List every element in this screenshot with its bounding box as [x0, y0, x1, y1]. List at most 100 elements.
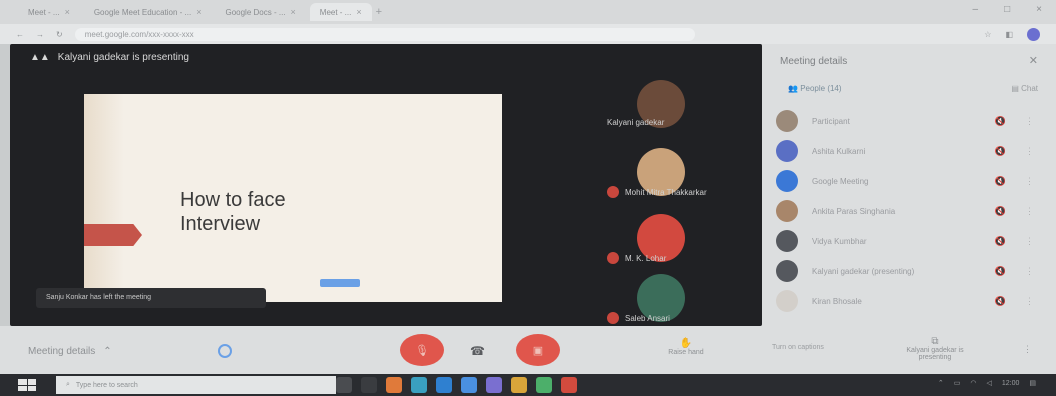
- presenting-banner: ▲▲ Kalyani gadekar is presenting: [30, 52, 189, 63]
- profile-avatar[interactable]: [1027, 27, 1040, 41]
- more-icon[interactable]: ⋮: [1025, 206, 1034, 217]
- raise-hand-label: Raise hand: [668, 349, 704, 356]
- close-icon[interactable]: ×: [196, 7, 201, 17]
- chevron-up-icon[interactable]: ⌃: [938, 379, 944, 387]
- app-icon[interactable]: [536, 377, 552, 393]
- captions-button[interactable]: Turn on captions: [772, 344, 824, 351]
- more-icon[interactable]: ⋮: [1025, 116, 1034, 127]
- browser-tab[interactable]: Google Docs - ... ×: [215, 3, 305, 21]
- list-item[interactable]: Google Meeting 🔇 ⋮: [776, 166, 1046, 196]
- address-bar: ← → ↻ meet.google.com/xxx-xxxx-xxx ☆ ◧: [0, 24, 1056, 44]
- wifi-icon[interactable]: ◠: [970, 379, 976, 387]
- mail-icon[interactable]: [436, 377, 452, 393]
- taskbar-search[interactable]: ⌕ Type here to search: [56, 376, 336, 394]
- explorer-icon[interactable]: [511, 377, 527, 393]
- participant-tile[interactable]: Mohit Mitra Thakkarkar: [575, 148, 755, 198]
- task-view-icon[interactable]: [336, 377, 352, 393]
- url-field[interactable]: meet.google.com/xxx-xxxx-xxx: [74, 27, 695, 41]
- activity-icon[interactable]: [218, 344, 232, 358]
- present-icon: ⧉: [931, 336, 939, 347]
- participant-name-row: Kalyani gadekar: [607, 118, 664, 127]
- browser-tab-active[interactable]: Meet - ... ×: [309, 3, 372, 21]
- close-icon[interactable]: ×: [65, 7, 70, 17]
- list-item[interactable]: Ashita Kulkarni 🔇 ⋮: [776, 136, 1046, 166]
- window-controls: – □ ×: [973, 4, 1042, 15]
- camera-button[interactable]: ▣: [516, 334, 560, 366]
- calendar-icon[interactable]: [486, 377, 502, 393]
- participant-name: Kalyani gadekar (presenting): [812, 266, 915, 276]
- mic-icon: 🔇: [994, 175, 1006, 186]
- meeting-details-button[interactable]: Meeting details ⌃: [28, 346, 112, 357]
- extension-icon[interactable]: ◧: [1005, 30, 1013, 39]
- hang-up-button[interactable]: ☎: [470, 344, 485, 358]
- meeting-control-bar: Meeting details ⌃ 🎙 ☎ ▣ ✋ Raise hand: [0, 326, 762, 374]
- chat-icon: ▤: [1011, 84, 1022, 93]
- more-icon[interactable]: ⋮: [1025, 176, 1034, 187]
- presenting-text: Kalyani gadekar is presenting: [57, 52, 189, 63]
- store-icon[interactable]: [411, 377, 427, 393]
- more-icon[interactable]: ⋮: [1025, 296, 1034, 307]
- panel-title: Meeting details: [780, 56, 848, 67]
- star-icon[interactable]: ☆: [984, 30, 991, 39]
- chrome-icon[interactable]: [561, 377, 577, 393]
- participant-name: Kalyani gadekar: [607, 118, 665, 127]
- more-icon[interactable]: ⋮: [1025, 146, 1034, 157]
- battery-icon[interactable]: ▭: [954, 379, 961, 387]
- list-item[interactable]: Kiran Bhosale 🔇 ⋮: [776, 286, 1046, 316]
- notification-toast: Sanju Konkar has left the meeting: [36, 288, 266, 308]
- browser-tab[interactable]: Google Meet Education - ... ×: [84, 3, 212, 21]
- back-icon[interactable]: ←: [16, 30, 24, 39]
- presenting-button[interactable]: ⧉ Kalyani gadekar is presenting: [900, 336, 970, 361]
- camera-off-icon: ▣: [532, 344, 544, 357]
- list-item[interactable]: Ankita Paras Singhania 🔇 ⋮: [776, 196, 1046, 226]
- participant-tile[interactable]: Saleb Ansari: [575, 274, 755, 324]
- reload-icon[interactable]: ↻: [56, 30, 63, 39]
- browser-tab[interactable]: Meet - ... ×: [18, 3, 80, 21]
- search-placeholder: Type here to search: [75, 381, 138, 389]
- participant-name: Mohit Mitra Thakkarkar: [625, 187, 707, 197]
- close-window-icon[interactable]: ×: [1036, 4, 1042, 15]
- captions-label: Turn on captions: [772, 344, 824, 351]
- system-tray: ⌃ ▭ ◠ ◁ 12:00 ▤: [938, 379, 1036, 388]
- minimize-icon[interactable]: –: [973, 4, 979, 15]
- phone-icon: ☎: [470, 344, 485, 358]
- participant-tile[interactable]: Kalyani gadekar: [575, 80, 755, 130]
- volume-icon[interactable]: ◁: [986, 379, 991, 387]
- close-icon[interactable]: ✕: [1029, 54, 1038, 67]
- list-item[interactable]: Participant 🔇 ⋮: [776, 106, 1046, 136]
- tab-label: Meet - ...: [319, 7, 352, 17]
- tab-people[interactable]: 👥 People (14): [788, 84, 842, 93]
- list-item[interactable]: Kalyani gadekar (presenting) 🔇 ⋮: [776, 256, 1046, 286]
- panel-tabs: 👥 People (14) ▤ Chat: [788, 84, 1038, 93]
- hand-icon: ✋: [679, 338, 693, 349]
- mic-off-icon: [607, 312, 619, 324]
- presenting-label: Kalyani gadekar is presenting: [906, 347, 964, 361]
- edge-icon[interactable]: [361, 377, 377, 393]
- search-icon: ⌕: [66, 381, 70, 388]
- windows-start-icon[interactable]: [18, 379, 36, 391]
- clock[interactable]: 12:00: [1002, 380, 1020, 387]
- photos-icon[interactable]: [461, 377, 477, 393]
- maximize-icon[interactable]: □: [1004, 4, 1010, 15]
- raise-hand-button[interactable]: ✋ Raise hand: [656, 338, 716, 356]
- mic-off-icon: 🎙: [415, 344, 429, 357]
- firefox-icon[interactable]: [386, 377, 402, 393]
- participant-tile[interactable]: M. K. Lohar: [575, 214, 755, 264]
- tab-people-label: People (14): [800, 84, 842, 93]
- tab-chat[interactable]: ▤ Chat: [1011, 84, 1038, 93]
- list-item[interactable]: Vidya Kumbhar 🔇 ⋮: [776, 226, 1046, 256]
- avatar: [776, 260, 798, 282]
- more-icon[interactable]: ⋮: [1025, 266, 1034, 277]
- notifications-icon[interactable]: ▤: [1029, 379, 1036, 387]
- more-icon[interactable]: ⋮: [1025, 236, 1034, 247]
- microphone-button[interactable]: 🎙: [400, 334, 444, 366]
- new-tab-icon[interactable]: +: [376, 6, 382, 18]
- meeting-control-bar-right: Turn on captions ⧉ Kalyani gadekar is pr…: [762, 326, 1056, 374]
- chevron-up-icon: ⌃: [103, 346, 112, 357]
- close-icon[interactable]: ×: [356, 7, 361, 17]
- participant-list: Participant 🔇 ⋮ Ashita Kulkarni 🔇 ⋮ Google M…: [776, 106, 1046, 316]
- close-icon[interactable]: ×: [291, 7, 296, 17]
- tab-label: Google Docs - ...: [225, 7, 286, 17]
- forward-icon[interactable]: →: [36, 30, 44, 39]
- more-options-icon[interactable]: ⋮: [1023, 344, 1032, 355]
